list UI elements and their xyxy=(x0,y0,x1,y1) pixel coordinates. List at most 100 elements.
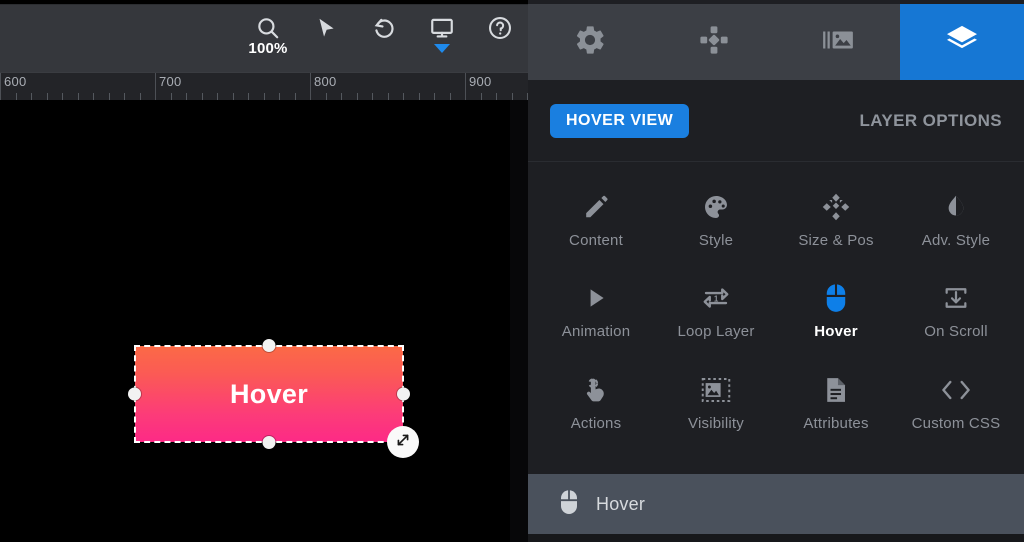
ruler-label: 800 xyxy=(314,74,337,89)
repeat-one-icon: 1 xyxy=(701,282,731,314)
option-style[interactable]: Style xyxy=(656,174,776,266)
option-label: Attributes xyxy=(803,415,869,433)
option-label: Animation xyxy=(561,323,631,341)
help-circle-icon xyxy=(487,15,513,41)
right-panel: HOVER VIEW LAYER OPTIONS Content Style S… xyxy=(528,0,1024,542)
undo-tool[interactable] xyxy=(364,15,404,41)
option-label: Visibility xyxy=(688,415,744,433)
ruler-minor-tick xyxy=(481,93,482,100)
ruler-major-tick xyxy=(465,73,466,100)
ruler-minor-tick xyxy=(434,93,435,100)
pencil-icon xyxy=(582,191,610,223)
option-loop-layer[interactable]: 1 Loop Layer xyxy=(656,266,776,358)
ruler-minor-tick xyxy=(31,93,32,100)
option-label: Hover xyxy=(814,323,858,341)
mouse-icon xyxy=(823,282,849,314)
ruler-minor-tick xyxy=(295,93,296,100)
gear-icon xyxy=(573,23,607,62)
play-icon xyxy=(583,282,609,314)
ruler-minor-tick xyxy=(248,93,249,100)
ruler-minor-tick xyxy=(109,93,110,100)
resize-handle-top[interactable] xyxy=(262,339,276,352)
option-animation[interactable]: Animation xyxy=(536,266,656,358)
resize-handle-left[interactable] xyxy=(128,387,141,401)
selected-layer[interactable]: Hover xyxy=(128,339,419,458)
option-size-pos[interactable]: Size & Pos xyxy=(776,174,896,266)
option-hover[interactable]: Hover xyxy=(776,266,896,358)
tab-settings[interactable] xyxy=(528,4,652,80)
move-plus-icon xyxy=(697,23,731,62)
palette-icon xyxy=(702,191,730,223)
option-label: Custom CSS xyxy=(911,415,1001,433)
slides-image-icon xyxy=(821,23,855,62)
tab-navigation[interactable] xyxy=(652,4,776,80)
option-attributes[interactable]: Attributes xyxy=(776,357,896,449)
panel-footer[interactable]: Hover xyxy=(528,474,1024,534)
horizontal-ruler[interactable]: 600 700 800 900 xyxy=(0,72,528,100)
contrast-drop-icon xyxy=(942,191,970,223)
option-content[interactable]: Content xyxy=(536,174,656,266)
option-label: Size & Pos xyxy=(798,231,874,249)
undo-icon xyxy=(371,15,397,41)
cursor-arrow-icon xyxy=(313,15,339,41)
tap-hand-icon xyxy=(582,374,610,406)
option-label: Adv. Style xyxy=(921,231,991,249)
tab-slides[interactable] xyxy=(776,4,900,80)
resize-handle-corner[interactable] xyxy=(387,426,419,458)
hover-layer-box[interactable]: Hover xyxy=(135,346,403,442)
preview-device-tool[interactable] xyxy=(422,15,462,53)
ruler-label: 900 xyxy=(469,74,492,89)
option-adv-style[interactable]: Adv. Style xyxy=(896,174,1016,266)
option-label: Style xyxy=(698,231,734,249)
design-canvas[interactable]: Hover xyxy=(0,100,510,542)
layers-icon xyxy=(944,22,980,63)
image-dashed-icon xyxy=(701,374,731,406)
ruler-minor-tick xyxy=(78,93,79,100)
ruler-minor-tick xyxy=(93,93,94,100)
canvas-gutter xyxy=(510,100,528,542)
help-tool[interactable] xyxy=(480,15,520,41)
ruler-minor-tick xyxy=(171,93,172,100)
document-icon xyxy=(823,374,849,406)
option-custom-css[interactable]: Custom CSS xyxy=(896,357,1016,449)
ruler-minor-tick xyxy=(264,93,265,100)
tab-layers[interactable] xyxy=(900,4,1024,80)
hover-view-button[interactable]: HOVER VIEW xyxy=(550,103,690,138)
resize-handle-bottom[interactable] xyxy=(262,436,276,449)
editor-toolbar: 100% xyxy=(0,4,528,72)
ruler-minor-tick xyxy=(47,93,48,100)
editor-area: 100% 600 700 800 900 Hover xyxy=(0,0,528,542)
ruler-minor-tick xyxy=(419,93,420,100)
move-arrows-icon xyxy=(821,191,851,223)
ruler-minor-tick xyxy=(512,93,513,100)
ruler-minor-tick xyxy=(403,93,404,100)
layer-options-grid: Content Style Size & Pos Adv. Style Anim… xyxy=(528,162,1024,467)
ruler-minor-tick xyxy=(341,93,342,100)
option-actions[interactable]: Actions xyxy=(536,357,656,449)
ruler-minor-tick xyxy=(62,93,63,100)
panel-bottom-strip xyxy=(528,534,1024,542)
ruler-minor-tick xyxy=(326,93,327,100)
ruler-minor-tick xyxy=(202,93,203,100)
panel-tab-bar xyxy=(528,4,1024,80)
option-label: Content xyxy=(569,231,623,249)
magnifier-icon xyxy=(255,15,281,41)
option-on-scroll[interactable]: On Scroll xyxy=(896,266,1016,358)
resize-diagonal-icon xyxy=(393,430,413,455)
resize-handle-right[interactable] xyxy=(397,387,410,401)
zoom-tool[interactable]: 100% xyxy=(248,15,288,57)
option-visibility[interactable]: Visibility xyxy=(656,357,776,449)
download-box-icon xyxy=(942,282,970,314)
ruler-minor-tick xyxy=(16,93,17,100)
chevron-down-icon xyxy=(434,44,450,53)
option-label: On Scroll xyxy=(924,323,988,341)
select-tool[interactable] xyxy=(306,15,346,41)
ruler-minor-tick xyxy=(450,93,451,100)
ruler-major-tick xyxy=(155,73,156,100)
zoom-level-label: 100% xyxy=(248,40,288,57)
code-brackets-icon xyxy=(940,374,972,406)
panel-title: LAYER OPTIONS xyxy=(859,110,1002,130)
hover-layer-text: Hover xyxy=(229,378,309,409)
ruler-minor-tick xyxy=(496,93,497,100)
ruler-major-tick xyxy=(310,73,311,100)
